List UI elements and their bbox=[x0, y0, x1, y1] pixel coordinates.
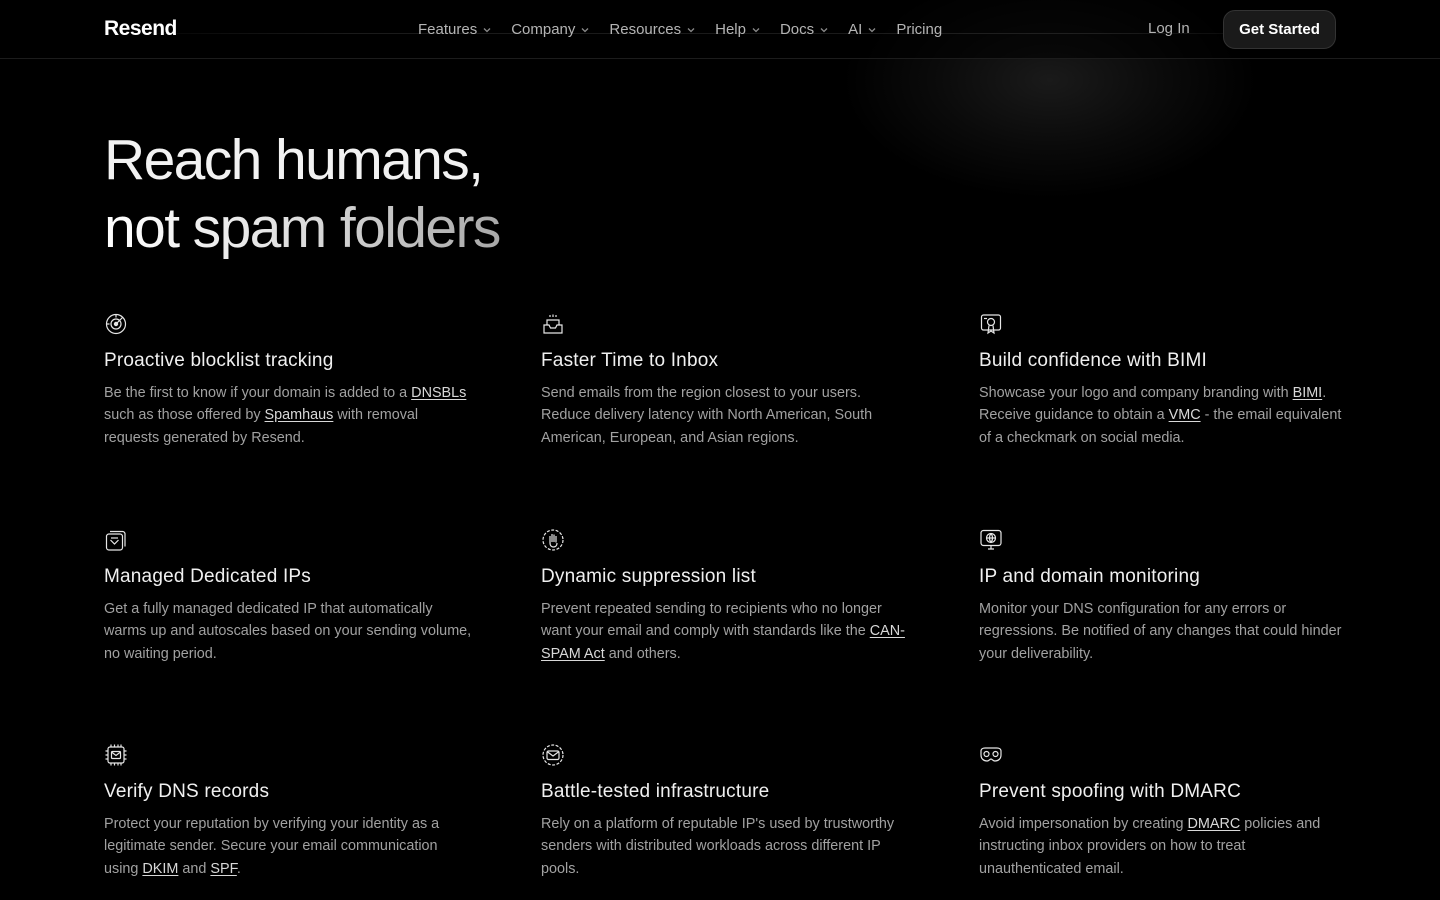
feature-text: Showcase your logo and company branding … bbox=[979, 385, 1293, 401]
bimi-badge-icon bbox=[979, 312, 1003, 336]
get-started-button[interactable]: Get Started bbox=[1223, 10, 1336, 49]
spamhaus-link[interactable]: Spamhaus bbox=[265, 407, 334, 423]
feature-title: Build confidence with BIMI bbox=[979, 350, 1208, 371]
feature-text: Send emails from the region closest to y… bbox=[541, 385, 873, 446]
blocklist-radar-icon bbox=[104, 312, 128, 336]
resend-logo[interactable]: Resend bbox=[104, 17, 177, 41]
nav-resources[interactable]: Resources bbox=[609, 21, 696, 38]
feature-title: Prevent spoofing with DMARC bbox=[979, 781, 1242, 802]
feature-title: IP and domain monitoring bbox=[979, 566, 1200, 587]
nav-pricing[interactable]: Pricing bbox=[896, 21, 942, 38]
chevron-down-icon bbox=[580, 25, 590, 35]
chevron-down-icon bbox=[819, 25, 829, 35]
inbox-tray-icon bbox=[541, 312, 565, 336]
hero-line-2: not spam folders bbox=[104, 196, 501, 260]
main-nav: Features Company Resources Help Docs AI … bbox=[418, 0, 961, 59]
hero-heading: Reach humans, not spam folders bbox=[104, 126, 501, 262]
spf-link[interactable]: SPF bbox=[210, 861, 236, 877]
chevron-down-icon bbox=[686, 25, 696, 35]
dkim-link[interactable]: DKIM bbox=[142, 861, 178, 877]
nav-ai-label: AI bbox=[848, 21, 863, 38]
nav-features-label: Features bbox=[418, 21, 478, 38]
feature-description: Avoid impersonation by creating DMARC po… bbox=[979, 813, 1349, 880]
vmc-link[interactable]: VMC bbox=[1169, 407, 1201, 423]
hand-stop-icon bbox=[541, 528, 565, 552]
feature-text: Be the first to know if your domain is a… bbox=[104, 385, 412, 401]
feature-title: Faster Time to Inbox bbox=[541, 350, 719, 371]
chevron-down-icon bbox=[867, 25, 877, 35]
hero-line-1: Reach humans, bbox=[104, 128, 484, 192]
nav-help-label: Help bbox=[715, 21, 746, 38]
feature-description: Send emails from the region closest to y… bbox=[541, 382, 911, 449]
feature-description: Rely on a platform of reputable IP's use… bbox=[541, 813, 911, 880]
feature-text: . bbox=[236, 860, 241, 877]
feature-card: Faster Time to Inbox Send emails from th… bbox=[541, 312, 911, 449]
feature-text: and others. bbox=[604, 645, 681, 662]
nav-docs[interactable]: Docs bbox=[780, 21, 829, 38]
feature-text: Rely on a platform of reputable IP's use… bbox=[541, 816, 895, 877]
feature-description: Protect your reputation by verifying you… bbox=[104, 813, 474, 880]
nav-docs-label: Docs bbox=[779, 21, 815, 38]
feature-card: Prevent spoofing with DMARC Avoid impers… bbox=[979, 743, 1349, 880]
feature-description: Get a fully managed dedicated IP that au… bbox=[104, 598, 474, 665]
feature-title: Dynamic suppression list bbox=[541, 566, 756, 587]
feature-description: Prevent repeated sending to recipients w… bbox=[541, 598, 911, 665]
nav-resources-label: Resources bbox=[609, 21, 682, 38]
feature-description: Showcase your logo and company branding … bbox=[979, 382, 1349, 449]
nav-help[interactable]: Help bbox=[715, 21, 761, 38]
feature-text: Get a fully managed dedicated IP that au… bbox=[104, 601, 472, 662]
feature-text: Monitor your DNS configuration for any e… bbox=[979, 601, 1342, 662]
feature-description: Be the first to know if your domain is a… bbox=[104, 382, 474, 449]
feature-text: Prevent repeated sending to recipients w… bbox=[541, 601, 882, 640]
dnsbls-link[interactable]: DNSBLs bbox=[411, 385, 466, 401]
feature-text: and bbox=[178, 860, 211, 877]
feature-card: Build confidence with BIMI Showcase your… bbox=[979, 312, 1349, 449]
feature-title: Managed Dedicated IPs bbox=[104, 566, 311, 587]
feature-description: Monitor your DNS configuration for any e… bbox=[979, 598, 1349, 665]
chevron-down-icon bbox=[482, 25, 492, 35]
nav-ai[interactable]: AI bbox=[848, 21, 877, 38]
login-link[interactable]: Log In bbox=[1148, 20, 1190, 37]
nav-company-label: Company bbox=[511, 21, 576, 38]
nav-company[interactable]: Company bbox=[511, 21, 590, 38]
feature-card: Proactive blocklist tracking Be the firs… bbox=[104, 312, 474, 449]
bimi-link[interactable]: BIMI bbox=[1293, 385, 1323, 401]
feature-card: IP and domain monitoring Monitor your DN… bbox=[979, 528, 1349, 665]
feature-title: Battle-tested infrastructure bbox=[541, 781, 770, 802]
dmarc-link[interactable]: DMARC bbox=[1188, 816, 1241, 832]
feature-card: Verify DNS records Protect your reputati… bbox=[104, 743, 474, 880]
feature-text: such as those offered by bbox=[104, 407, 265, 424]
chip-envelope-icon bbox=[104, 743, 128, 767]
top-navbar: Resend Features Company Resources Help D… bbox=[0, 0, 1440, 59]
feature-card: Managed Dedicated IPs Get a fully manage… bbox=[104, 528, 474, 665]
feature-card: Dynamic suppression list Prevent repeate… bbox=[541, 528, 911, 665]
dedicated-ip-stack-icon bbox=[104, 528, 128, 552]
globe-monitor-icon bbox=[979, 528, 1003, 552]
feature-text: Avoid impersonation by creating bbox=[979, 816, 1188, 832]
chevron-down-icon bbox=[751, 25, 761, 35]
nav-features[interactable]: Features bbox=[418, 21, 492, 38]
nav-pricing-label: Pricing bbox=[896, 21, 943, 38]
shield-envelope-icon bbox=[541, 743, 565, 767]
mask-icon bbox=[979, 743, 1003, 767]
feature-title: Proactive blocklist tracking bbox=[104, 350, 334, 371]
feature-title: Verify DNS records bbox=[104, 781, 270, 802]
feature-card: Battle-tested infrastructure Rely on a p… bbox=[541, 743, 911, 880]
